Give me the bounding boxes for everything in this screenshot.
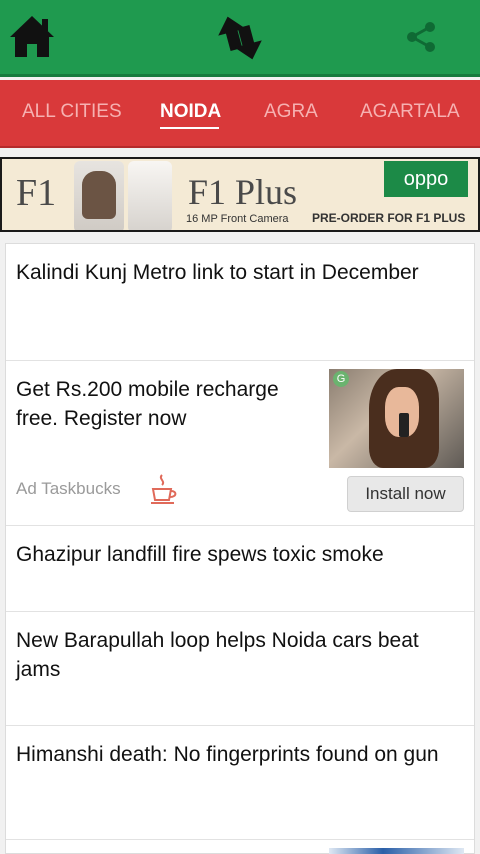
tab-all-cities[interactable]: ALL CITIES <box>22 101 122 123</box>
banner-model-plus: F1 Plus <box>188 172 298 212</box>
share-icon[interactable] <box>404 20 438 54</box>
city-tabs: ALL CITIES NOIDA AGRA AGARTALA <box>0 80 480 148</box>
coffee-cup-icon <box>151 474 177 504</box>
banner-camera: 16 MP Front Camera <box>186 213 289 225</box>
brand-logo: oppo <box>384 161 468 197</box>
banner-cta: PRE-ORDER FOR F1 PLUS <box>312 211 466 225</box>
list-item[interactable]: Ghazipur landfill fire spews toxic smoke <box>6 526 474 612</box>
ad-headline: Get Rs.200 mobile recharge free. Registe… <box>16 378 279 430</box>
headline: New Barapullah loop helps Noida cars bea… <box>16 629 419 681</box>
ad-banner[interactable]: F1 F1 Plus 16 MP Front Camera PRE-ORDER … <box>0 157 480 232</box>
home-icon[interactable] <box>6 10 58 64</box>
tab-agra[interactable]: AGRA <box>264 101 318 123</box>
tab-noida[interactable]: NOIDA <box>160 101 221 123</box>
headline: Kalindi Kunj Metro link to start in Dece… <box>16 261 419 284</box>
install-now-button[interactable]: Install now <box>347 476 464 512</box>
tab-agartala[interactable]: AGARTALA <box>360 101 460 123</box>
sync-icon[interactable] <box>212 10 268 66</box>
list-item[interactable]: Kalindi Kunj Metro link to start in Dece… <box>6 244 474 361</box>
list-item[interactable]: Himanshi death: No fingerprints found on… <box>6 726 474 840</box>
active-tab-indicator <box>160 127 219 129</box>
ad-label: Ad Taskbucks <box>16 479 121 498</box>
banner-model: F1 <box>16 172 57 214</box>
top-app-bar <box>0 0 480 77</box>
ad-image: G <box>329 369 464 468</box>
list-item[interactable]: New Barapullah loop helps Noida cars bea… <box>6 612 474 726</box>
phone-image <box>128 161 172 230</box>
headline: Himanshi death: No fingerprints found on… <box>16 743 439 766</box>
news-feed: Kalindi Kunj Metro link to start in Dece… <box>5 243 475 854</box>
phone-image <box>74 161 124 230</box>
sponsored-item[interactable]: Get Rs.200 mobile recharge free. Registe… <box>6 361 474 526</box>
next-item-thumbnail <box>329 848 464 854</box>
headline: Ghazipur landfill fire spews toxic smoke <box>16 543 384 566</box>
ad-badge-icon: G <box>333 371 349 387</box>
